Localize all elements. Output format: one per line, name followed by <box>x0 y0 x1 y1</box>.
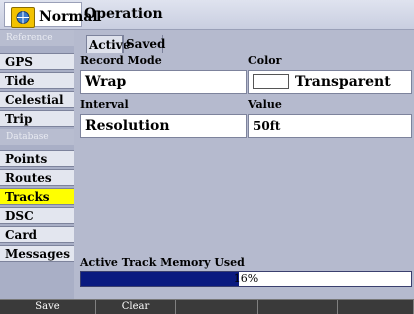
record-mode-value: Wrap <box>85 74 127 90</box>
interval-label: Interval <box>80 98 129 111</box>
sidebar-item-points[interactable]: Points <box>0 150 74 167</box>
sidebar-item-tide[interactable]: Tide <box>0 72 74 89</box>
sidebar-header-database: Database <box>0 129 74 145</box>
interval-field[interactable]: Resolution <box>80 114 247 138</box>
tab-active[interactable]: Active <box>86 35 130 53</box>
value-field[interactable]: 50ft <box>248 114 412 138</box>
value-label: Value <box>248 98 282 111</box>
sidebar: Reference GPS Tide Celestial Trip Databa… <box>0 30 74 299</box>
sidebar-header-reference: Reference <box>0 30 74 46</box>
title-bar: Normal Operation <box>0 0 414 30</box>
globe-icon <box>11 7 35 28</box>
page-title: Operation <box>84 6 163 22</box>
sidebar-item-trip[interactable]: Trip <box>0 110 74 127</box>
sidebar-item-dsc[interactable]: DSC <box>0 207 74 224</box>
softkey-bar: Save Clear <box>0 299 414 314</box>
sidebar-item-messages[interactable]: Messages <box>0 245 74 262</box>
sidebar-item-celestial[interactable]: Celestial <box>0 91 74 108</box>
interval-value: Resolution <box>85 118 170 134</box>
value-value: 50ft <box>253 119 281 133</box>
save-button[interactable]: Save <box>0 300 96 314</box>
mode-indicator[interactable]: Normal <box>4 2 98 28</box>
tab-saved[interactable]: Saved <box>123 35 165 53</box>
color-label: Color <box>248 54 282 67</box>
clear-button[interactable]: Clear <box>96 300 176 314</box>
memory-progress-bar: 16% <box>80 271 412 287</box>
softkey-4[interactable] <box>258 300 338 314</box>
sidebar-item-gps[interactable]: GPS <box>0 53 74 70</box>
memory-label: Active Track Memory Used <box>80 256 245 269</box>
record-mode-field[interactable]: Wrap <box>80 70 247 94</box>
record-mode-label: Record Mode <box>80 54 162 67</box>
softkey-3[interactable] <box>176 300 258 314</box>
sidebar-item-routes[interactable]: Routes <box>0 169 74 186</box>
memory-percent: 16% <box>233 272 259 285</box>
color-value: Transparent <box>295 74 391 90</box>
color-field[interactable]: Transparent <box>248 70 412 94</box>
softkey-5[interactable] <box>338 300 414 314</box>
sidebar-item-tracks[interactable]: Tracks <box>0 188 74 205</box>
color-swatch <box>253 74 289 89</box>
sidebar-item-card[interactable]: Card <box>0 226 74 243</box>
